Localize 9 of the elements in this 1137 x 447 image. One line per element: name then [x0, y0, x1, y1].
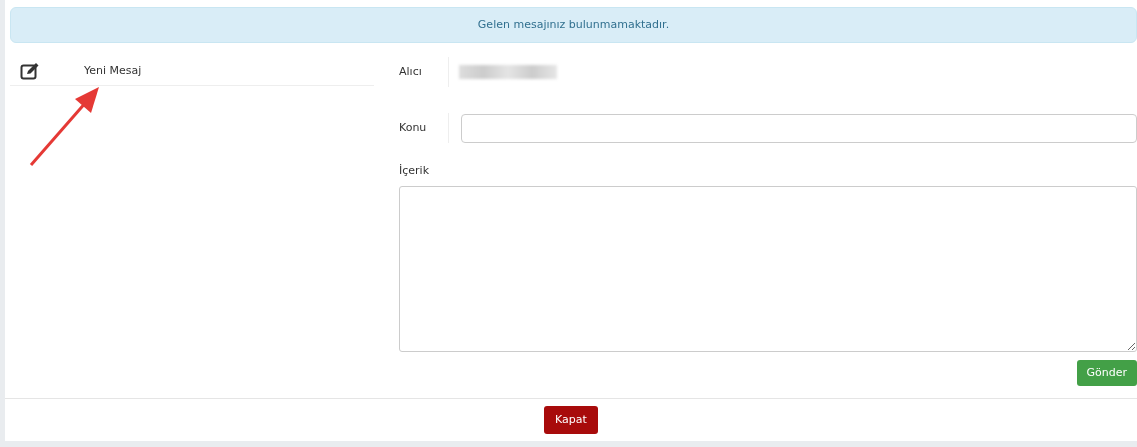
content-label: İçerik [399, 164, 429, 177]
subject-field[interactable] [461, 113, 1137, 143]
subject-label: Konu [399, 119, 427, 136]
recipient-label: Alıcı [399, 63, 422, 80]
alert-text: Gelen mesajınız bulunmamaktadır. [477, 16, 670, 33]
edit-icon [20, 62, 40, 80]
new-message-item[interactable]: Yeni Mesaj [10, 57, 374, 86]
content-field[interactable] [399, 185, 1137, 352]
close-button[interactable]: Kapat [544, 405, 598, 435]
